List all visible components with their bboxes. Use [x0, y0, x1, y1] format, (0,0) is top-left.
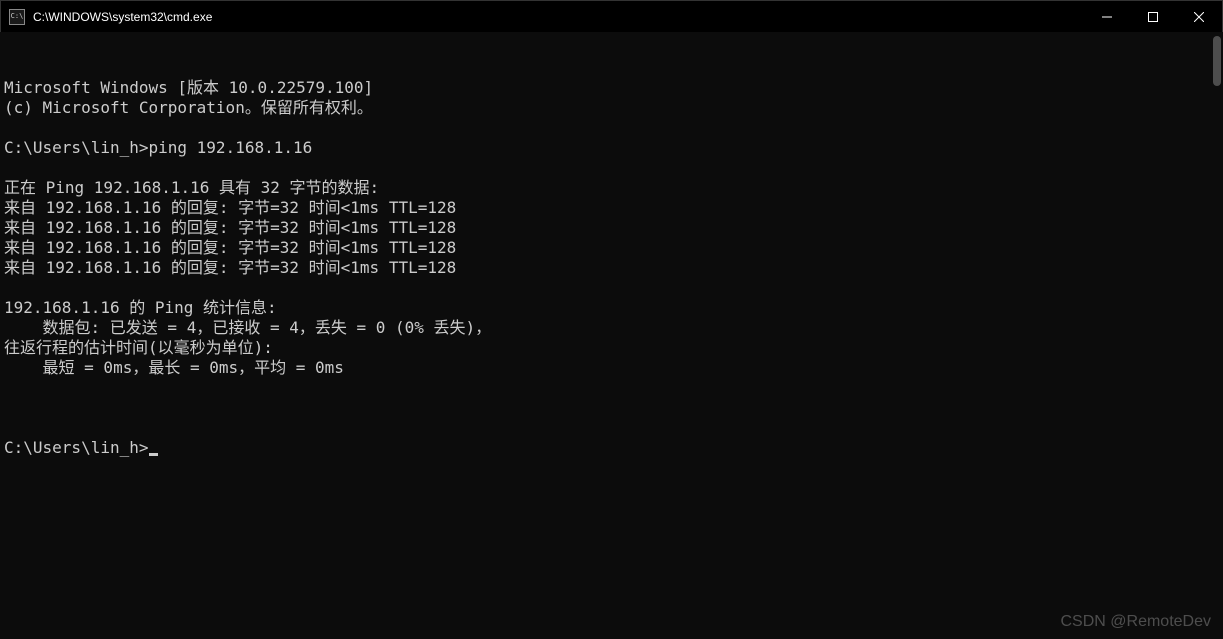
terminal-line: Microsoft Windows [版本 10.0.22579.100] — [4, 78, 1219, 98]
window-controls — [1084, 1, 1222, 32]
minimize-button[interactable] — [1084, 1, 1130, 32]
terminal-line: 往返行程的估计时间(以毫秒为单位): — [4, 338, 1219, 358]
maximize-icon — [1148, 12, 1158, 22]
terminal-line — [4, 378, 1219, 398]
maximize-button[interactable] — [1130, 1, 1176, 32]
titlebar[interactable]: C:\ C:\WINDOWS\system32\cmd.exe — [0, 0, 1223, 32]
terminal-line: 最短 = 0ms，最长 = 0ms，平均 = 0ms — [4, 358, 1219, 378]
terminal-line: 来自 192.168.1.16 的回复: 字节=32 时间<1ms TTL=12… — [4, 238, 1219, 258]
terminal-line: C:\Users\lin_h>ping 192.168.1.16 — [4, 138, 1219, 158]
terminal-line — [4, 118, 1219, 138]
terminal-line: 来自 192.168.1.16 的回复: 字节=32 时间<1ms TTL=12… — [4, 218, 1219, 238]
terminal-line: 来自 192.168.1.16 的回复: 字节=32 时间<1ms TTL=12… — [4, 198, 1219, 218]
terminal-output[interactable]: Microsoft Windows [版本 10.0.22579.100](c)… — [0, 32, 1223, 639]
terminal-prompt-line: C:\Users\lin_h> — [4, 438, 1219, 458]
prompt-text: C:\Users\lin_h> — [4, 438, 149, 457]
terminal-line — [4, 278, 1219, 298]
terminal-line: 来自 192.168.1.16 的回复: 字节=32 时间<1ms TTL=12… — [4, 258, 1219, 278]
terminal-line: 192.168.1.16 的 Ping 统计信息: — [4, 298, 1219, 318]
terminal-lines: Microsoft Windows [版本 10.0.22579.100](c)… — [4, 78, 1219, 398]
terminal-line: 正在 Ping 192.168.1.16 具有 32 字节的数据: — [4, 178, 1219, 198]
scrollbar-thumb[interactable] — [1213, 36, 1221, 86]
terminal-line: (c) Microsoft Corporation。保留所有权利。 — [4, 98, 1219, 118]
minimize-icon — [1102, 12, 1112, 22]
close-icon — [1194, 12, 1204, 22]
terminal-line — [4, 158, 1219, 178]
cursor — [149, 453, 158, 456]
close-button[interactable] — [1176, 1, 1222, 32]
watermark: CSDN @RemoteDev — [1061, 613, 1212, 631]
cmd-icon: C:\ — [9, 9, 25, 25]
title-left: C:\ C:\WINDOWS\system32\cmd.exe — [9, 9, 212, 25]
window-title: C:\WINDOWS\system32\cmd.exe — [33, 10, 212, 24]
terminal-line: 数据包: 已发送 = 4，已接收 = 4，丢失 = 0 (0% 丢失)， — [4, 318, 1219, 338]
